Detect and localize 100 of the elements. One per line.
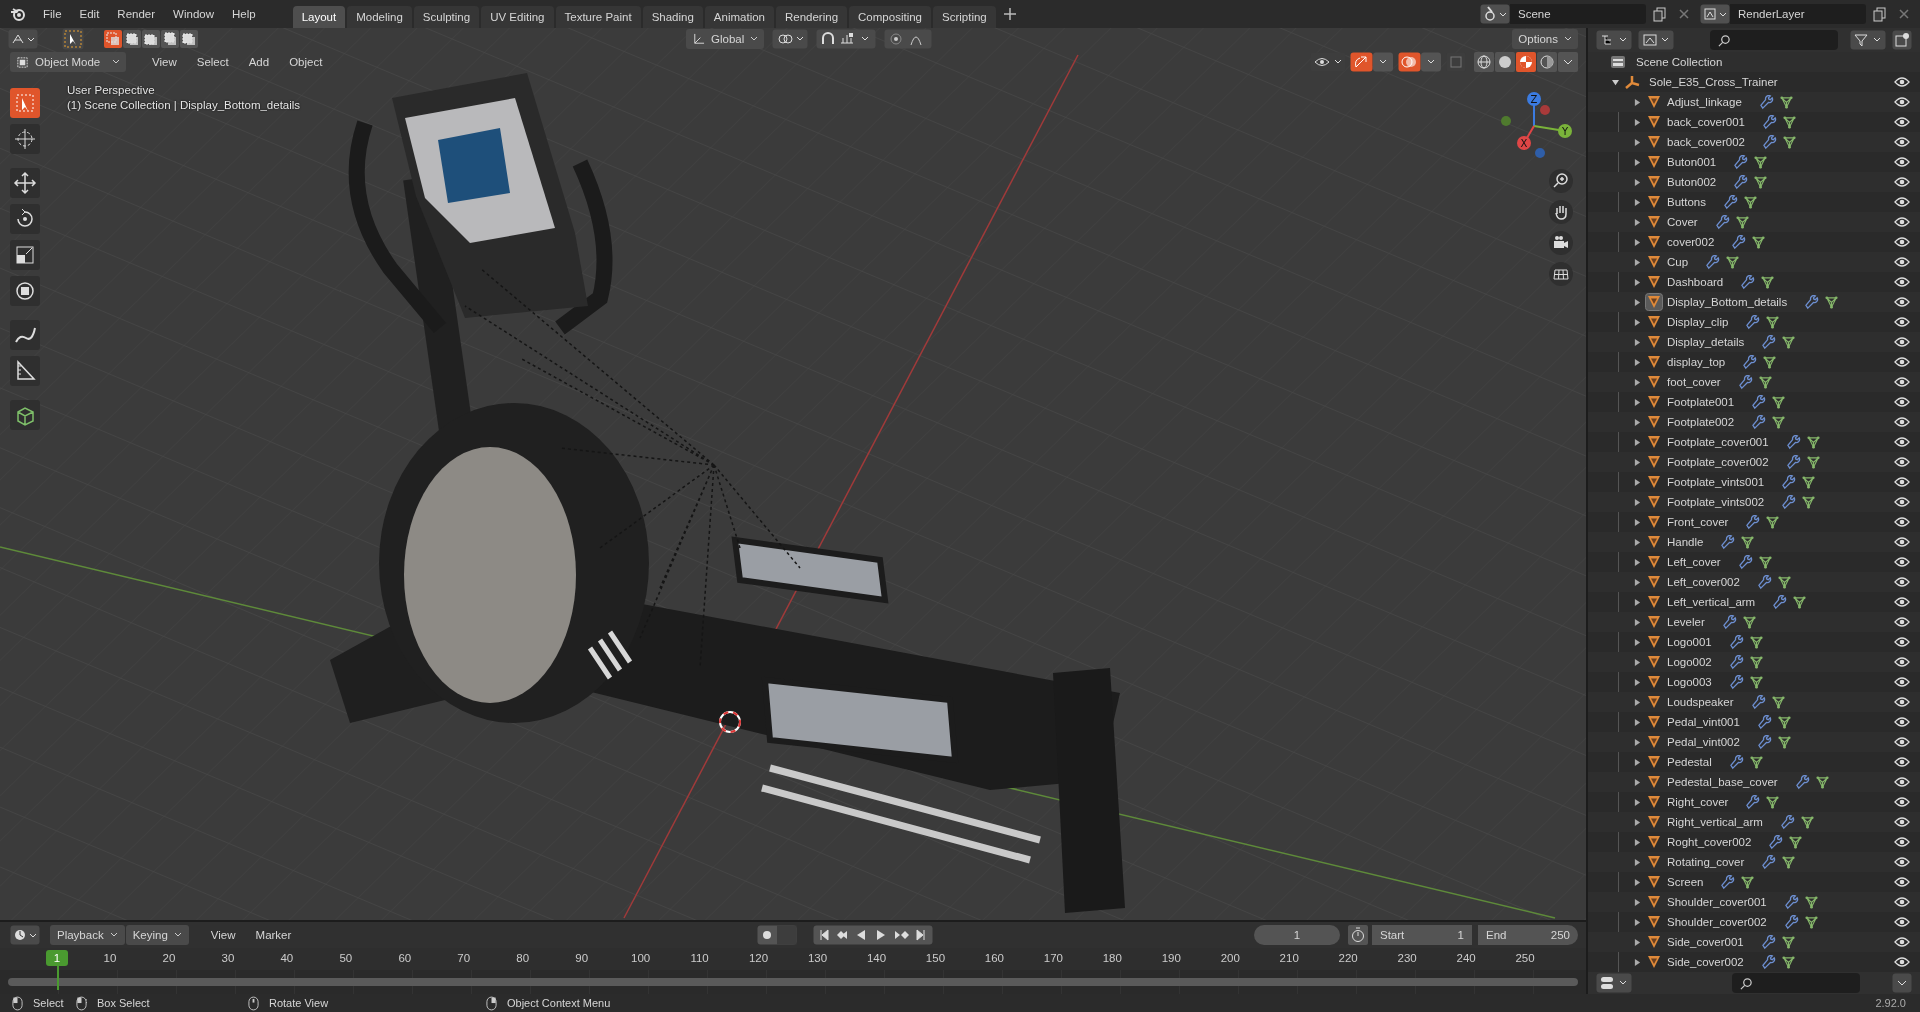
eye-icon[interactable] [1894, 736, 1910, 748]
wrench-icon[interactable] [1786, 454, 1802, 470]
outliner-item[interactable]: Pedal_vint002 [1667, 736, 1740, 748]
stopwatch-icon[interactable] [1348, 925, 1368, 945]
outliner-item[interactable]: Footplate_cover002 [1667, 456, 1769, 468]
disclosure-triangle-icon[interactable] [1634, 738, 1641, 746]
eye-icon[interactable] [1894, 436, 1910, 448]
eye-icon[interactable] [1894, 656, 1910, 668]
mesh-data-icon[interactable] [1799, 814, 1815, 830]
shading-mode-icon[interactable] [1516, 52, 1536, 72]
wrench-icon[interactable] [1706, 254, 1722, 270]
disclosure-triangle-icon[interactable] [1634, 278, 1641, 286]
outliner-item[interactable]: Display_details [1667, 336, 1745, 348]
timeline-menu-item[interactable]: Marker [247, 926, 300, 944]
mesh-data-icon[interactable] [1792, 594, 1808, 610]
mesh-data-icon[interactable] [1757, 554, 1773, 570]
eye-icon[interactable] [1894, 676, 1910, 688]
axis-gizmo[interactable] [1501, 92, 1572, 158]
mesh-data-icon[interactable] [1762, 354, 1778, 370]
wrench-icon[interactable] [1732, 234, 1748, 250]
scene-field[interactable]: Scene [1510, 4, 1646, 24]
outliner-item[interactable]: Scene Collection [1636, 56, 1723, 68]
wrench-icon[interactable] [1721, 874, 1737, 890]
playhead-frame[interactable]: 1 [46, 950, 68, 966]
wrench-icon[interactable] [1784, 914, 1800, 930]
transform-tool-icon[interactable] [10, 276, 40, 306]
disclosure-triangle-icon[interactable] [1634, 678, 1641, 686]
hand-icon[interactable] [1549, 200, 1573, 224]
disclosure-triangle-icon[interactable] [1634, 398, 1641, 406]
disclosure-triangle-icon[interactable] [1634, 618, 1641, 626]
copy-icon[interactable] [1652, 6, 1668, 22]
outliner-item[interactable]: Footplate_vints002 [1667, 496, 1765, 508]
workspace-tab[interactable]: Layout [292, 6, 346, 28]
new-collection-icon[interactable] [1892, 30, 1912, 50]
outliner-item[interactable]: Logo001 [1667, 636, 1712, 648]
rotate-tool-icon[interactable] [10, 204, 40, 234]
wrench-icon[interactable] [1734, 174, 1750, 190]
outliner-item[interactable]: Front_cover [1667, 516, 1729, 528]
workspace-tab[interactable]: Modeling [347, 6, 412, 28]
outliner-item[interactable]: Footplate_cover001 [1667, 436, 1769, 448]
eye-icon[interactable] [1894, 296, 1910, 308]
disclosure-triangle-icon[interactable] [1634, 298, 1641, 306]
wrench-icon[interactable] [1786, 434, 1802, 450]
disclosure-triangle-icon[interactable] [1634, 658, 1641, 666]
mesh-data-icon[interactable] [1734, 214, 1750, 230]
outliner-item[interactable]: Left_vertical_arm [1667, 596, 1756, 608]
disclosure-triangle-icon[interactable] [1634, 378, 1641, 386]
outliner-item[interactable]: Right_vertical_arm [1667, 816, 1763, 828]
zoom-icon[interactable] [1549, 169, 1573, 193]
outliner-item[interactable]: Pedestal [1667, 756, 1712, 768]
disclosure-triangle-icon[interactable] [1634, 958, 1641, 966]
camera-icon[interactable] [1549, 231, 1573, 255]
outliner-item[interactable]: Roght_cover002 [1667, 836, 1752, 848]
disclosure-triangle-icon[interactable] [1634, 418, 1641, 426]
eye-icon[interactable] [1894, 396, 1910, 408]
mesh-data-icon[interactable] [1778, 94, 1794, 110]
eye-icon[interactable] [1894, 696, 1910, 708]
eye-icon[interactable] [1894, 636, 1910, 648]
wrench-icon[interactable] [1759, 94, 1775, 110]
outliner-item[interactable]: Shoulder_cover002 [1667, 916, 1767, 928]
mesh-data-icon[interactable] [1765, 514, 1781, 530]
select-tool-icon[interactable] [10, 88, 40, 118]
mesh-data-icon[interactable] [1803, 894, 1819, 910]
outliner-item[interactable]: Buton002 [1667, 176, 1717, 188]
playback-controls-icon[interactable] [813, 925, 934, 945]
outliner-item[interactable]: back_cover001 [1667, 116, 1745, 128]
eye-icon[interactable] [1894, 476, 1910, 488]
outliner-item[interactable]: display_top [1667, 356, 1726, 368]
outliner-item[interactable]: Buton001 [1667, 156, 1717, 168]
menu-item[interactable]: Help [223, 5, 265, 23]
disclosure-triangle-icon[interactable] [1634, 338, 1641, 346]
disclosure-triangle-icon[interactable] [1634, 518, 1641, 526]
eye-icon[interactable] [1894, 376, 1910, 388]
mesh-data-icon[interactable] [1725, 254, 1741, 270]
display-mode-icon[interactable] [1596, 30, 1632, 50]
wrench-icon[interactable] [1762, 334, 1778, 350]
outliner-item[interactable]: Cup [1667, 256, 1689, 268]
eye-icon[interactable] [1894, 196, 1910, 208]
wrench-icon[interactable] [1721, 534, 1737, 550]
disclosure-triangle-icon[interactable] [1634, 798, 1641, 806]
mesh-data-icon[interactable] [1748, 634, 1764, 650]
mesh-data-icon[interactable] [1740, 874, 1756, 890]
mesh-data-icon[interactable] [1753, 154, 1769, 170]
disclosure-triangle-icon[interactable] [1634, 318, 1641, 326]
outliner-item[interactable]: Rotating_cover [1667, 856, 1745, 868]
selection-mode-icon[interactable] [123, 30, 141, 48]
outliner-item[interactable]: Loudspeaker [1667, 696, 1734, 708]
scene-selector-icon[interactable] [1480, 4, 1510, 24]
wrench-icon[interactable] [1784, 894, 1800, 910]
wrench-icon[interactable] [1729, 634, 1745, 650]
wrench-icon[interactable] [1795, 774, 1811, 790]
wrench-icon[interactable] [1729, 654, 1745, 670]
outliner-item[interactable]: Buttons [1667, 196, 1706, 208]
eye-icon[interactable] [1894, 496, 1910, 508]
eye-icon[interactable] [1894, 216, 1910, 228]
wrench-icon[interactable] [1752, 394, 1768, 410]
outliner-item[interactable]: Side_cover002 [1667, 956, 1744, 968]
outliner-item[interactable]: Right_cover [1667, 796, 1729, 808]
workspace-tab[interactable]: Rendering [776, 6, 848, 28]
mesh-data-icon[interactable] [1780, 934, 1796, 950]
